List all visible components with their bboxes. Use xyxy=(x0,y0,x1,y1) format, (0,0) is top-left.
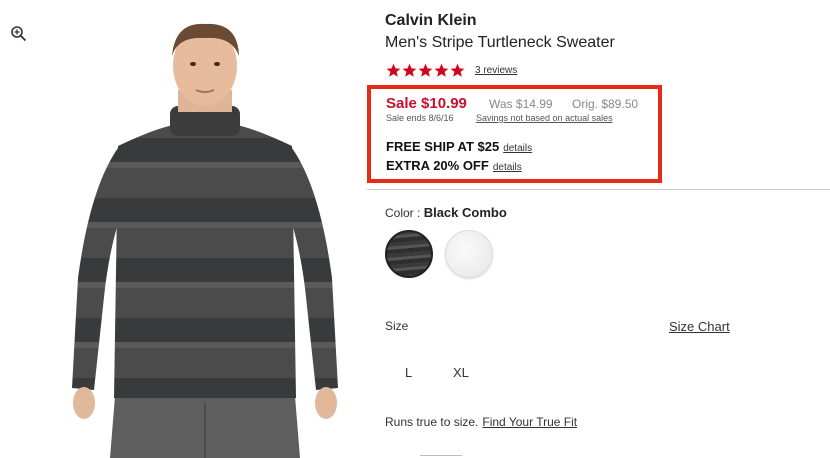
size-label: Size xyxy=(385,319,409,333)
star-rating xyxy=(386,63,465,78)
reviews-link[interactable]: 3 reviews xyxy=(475,65,517,76)
promo-text: FREE SHIP AT $25 xyxy=(386,139,500,154)
color-label: Color : xyxy=(385,206,424,220)
promo-text: EXTRA 20% OFF xyxy=(386,158,489,173)
promo-details-link[interactable]: details xyxy=(493,162,522,173)
was-price: Was $14.99 xyxy=(489,97,553,111)
star-icon xyxy=(402,63,417,77)
star-icon xyxy=(418,63,433,77)
fit-info: Runs true to size. Find Your True Fit xyxy=(385,415,577,429)
price-box: Sale $10.99 Was $14.99 Orig. $89.50 Sale… xyxy=(367,85,662,183)
promo-free-ship: FREE SHIP AT $25 details xyxy=(386,139,532,154)
product-brand: Calvin Klein xyxy=(385,12,477,29)
star-icon xyxy=(450,63,465,77)
star-icon xyxy=(434,63,449,77)
sale-ends: Sale ends 8/6/16 xyxy=(386,113,454,123)
selected-color: Black Combo xyxy=(423,205,507,220)
product-title: Men's Stripe Turtleneck Sweater xyxy=(385,34,615,51)
size-option-l[interactable]: L xyxy=(405,365,412,380)
size-option-xl[interactable]: XL xyxy=(453,365,469,380)
original-price: Orig. $89.50 xyxy=(572,97,639,111)
swatch-black-combo[interactable] xyxy=(385,230,433,278)
rating: 3 reviews xyxy=(386,61,517,79)
star-icon xyxy=(386,63,401,77)
size-chart-link[interactable]: Size Chart xyxy=(669,319,730,334)
fit-text: Runs true to size. xyxy=(385,415,479,429)
divider xyxy=(367,189,830,190)
product-image xyxy=(72,23,338,458)
promo-extra-off: EXTRA 20% OFF details xyxy=(386,158,522,173)
color-selection: Color : Black Combo xyxy=(385,205,507,220)
savings-note-link[interactable]: Savings not based on actual sales xyxy=(476,113,613,123)
quantity-field-edge xyxy=(420,455,462,456)
sale-price: Sale $10.99 xyxy=(386,95,467,112)
swatch-white[interactable] xyxy=(445,230,493,278)
zoom-in-icon[interactable] xyxy=(10,25,28,43)
promo-details-link[interactable]: details xyxy=(503,143,532,154)
true-fit-link[interactable]: Find Your True Fit xyxy=(482,415,577,429)
